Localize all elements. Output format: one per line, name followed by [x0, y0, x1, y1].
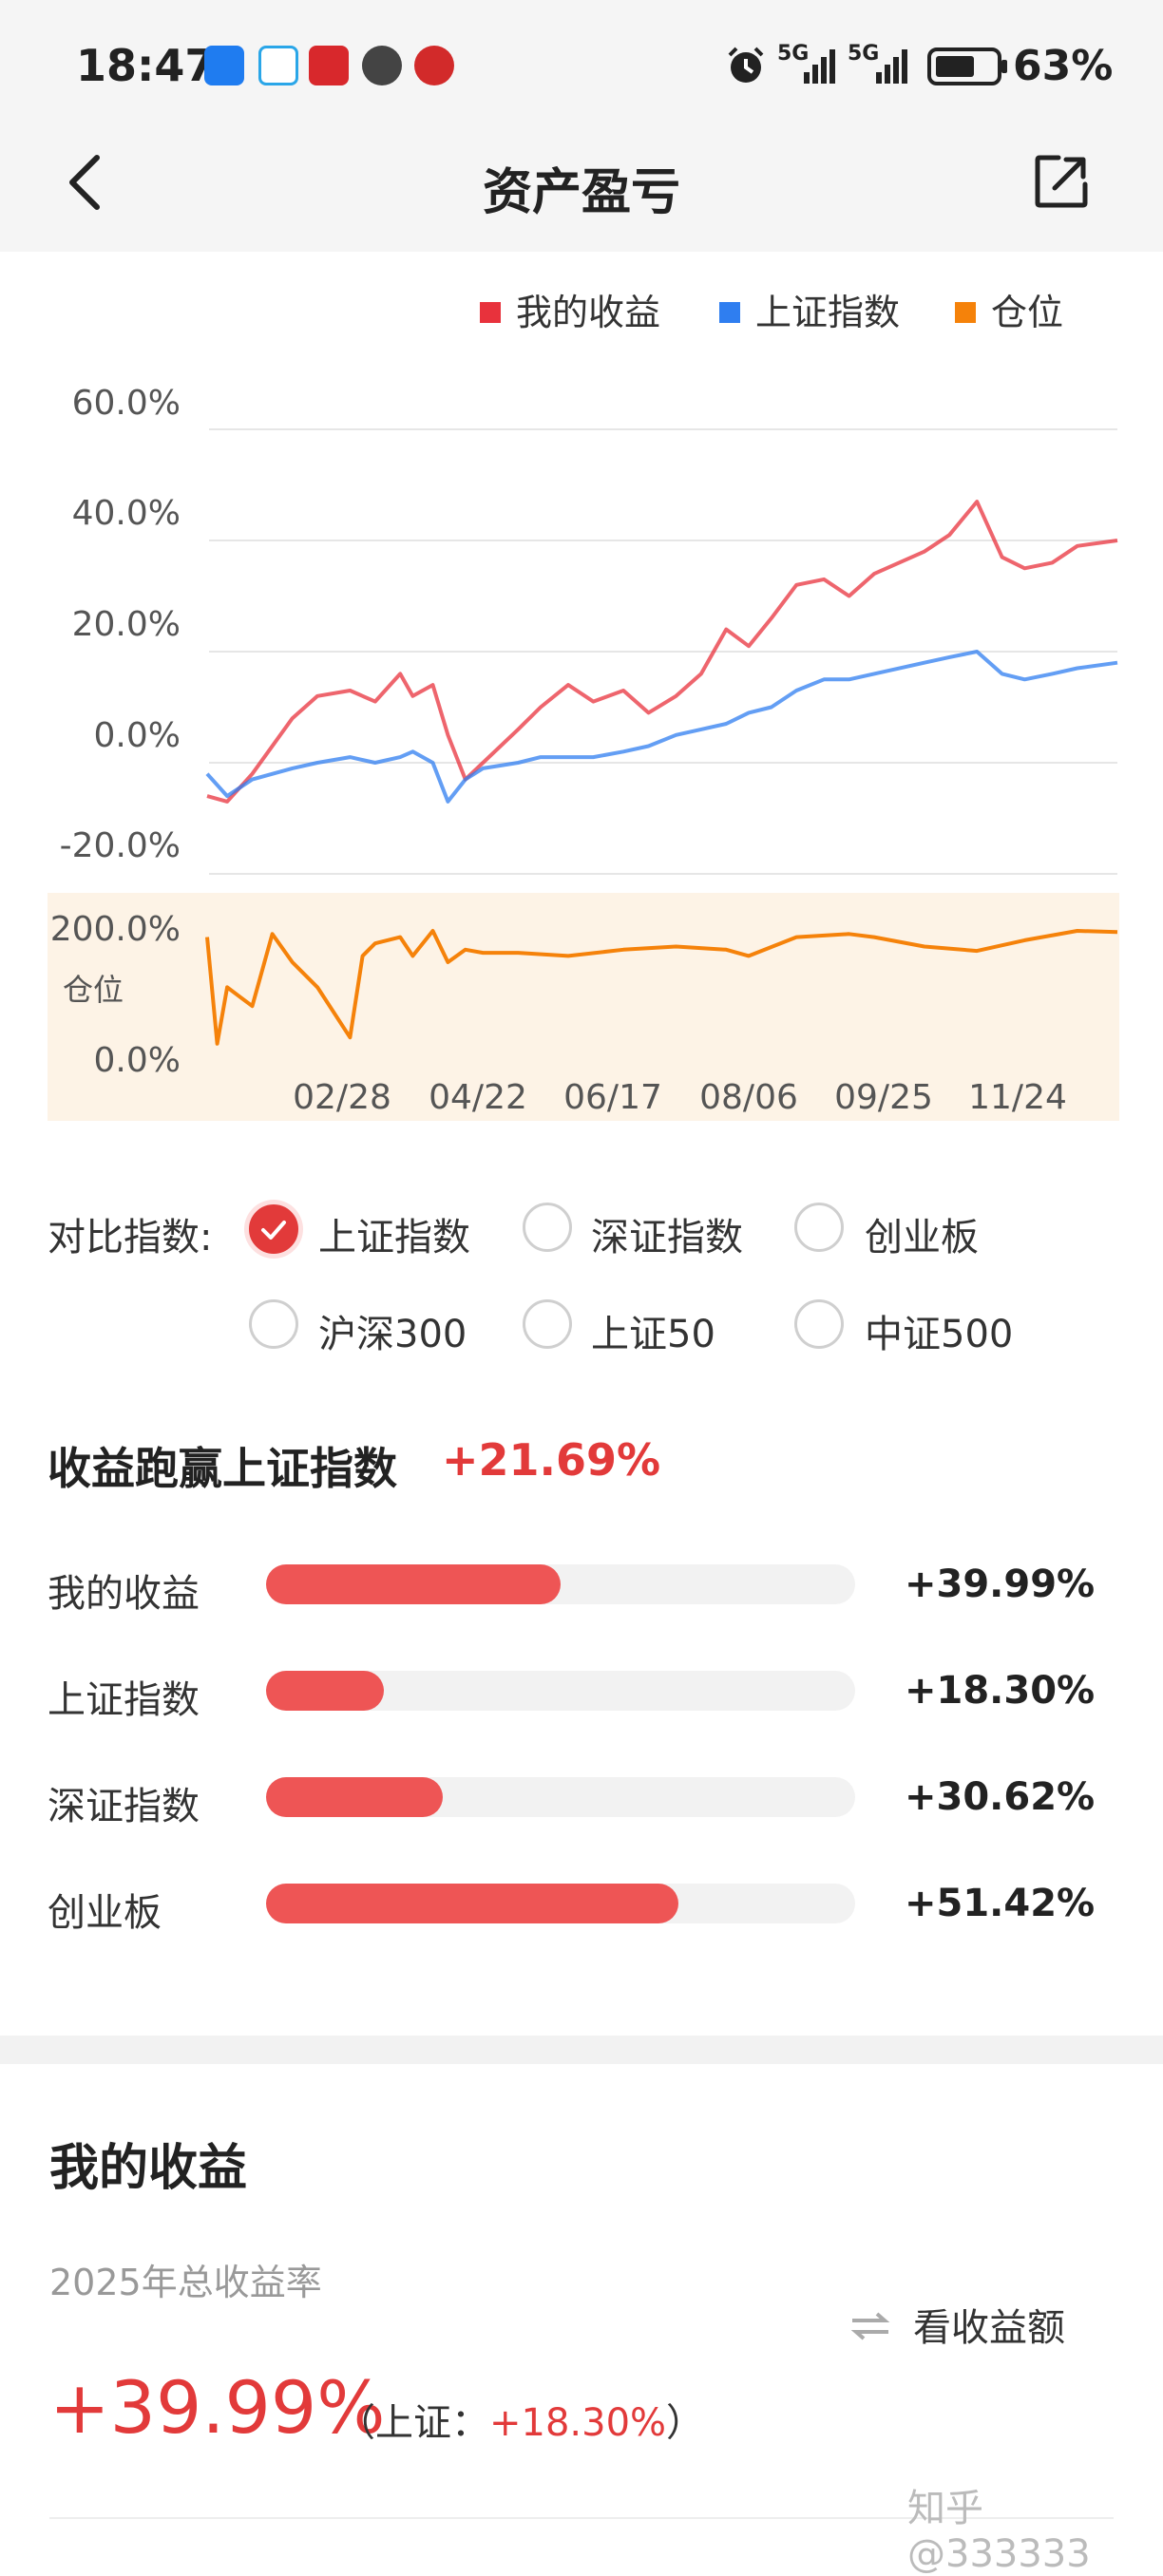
bar-fill	[266, 1777, 443, 1817]
page-title: 资产盈亏	[482, 164, 680, 221]
x-tick-label: 08/06	[699, 1078, 798, 1117]
bar-value: +30.62%	[905, 1775, 1096, 1819]
beat-title: 收益跑赢上证指数	[48, 1443, 397, 1494]
legend-swatch	[480, 301, 501, 323]
alipay-icon	[204, 46, 244, 85]
index-compare-note: （上证：+18.30%）	[337, 2392, 704, 2447]
bar-label: 创业板	[48, 1891, 162, 1935]
x-tick-label: 06/17	[563, 1078, 662, 1117]
legend-swatch	[719, 301, 740, 323]
bank-icon	[309, 46, 349, 85]
compare-option-label[interactable]: 深证指数	[591, 1206, 743, 1261]
compare-option-shanghai[interactable]	[249, 1204, 298, 1254]
section-divider	[0, 2036, 1163, 2064]
signal-1-icon	[804, 49, 835, 84]
share-button[interactable]	[1032, 152, 1091, 211]
watermark: 知乎 @333333	[907, 2487, 1091, 2576]
index-suffix: ）	[666, 2401, 705, 2445]
signal-2-icon	[876, 49, 907, 84]
bar-track	[266, 1777, 855, 1817]
legend-label: 仓位	[991, 292, 1064, 333]
share-external-icon	[1035, 155, 1088, 208]
alarm-icon	[728, 47, 764, 83]
swap-icon	[850, 2312, 890, 2340]
battery-percent: 63%	[1013, 42, 1114, 90]
compare-option-label[interactable]: 创业板	[865, 1206, 979, 1261]
bar-track	[266, 1671, 855, 1711]
radio-checked-icon[interactable]	[249, 1204, 298, 1254]
compare-option-label[interactable]: 中证500	[865, 1303, 1013, 1358]
legend-label: 上证指数	[755, 292, 901, 333]
compare-index-label: 对比指数:	[48, 1216, 213, 1260]
bar-value: +18.30%	[905, 1669, 1096, 1713]
series-line-position	[205, 929, 1118, 1046]
bar-track	[266, 1884, 855, 1923]
legend-label: 我的收益	[516, 292, 661, 333]
compare-option-label[interactable]: 沪深300	[318, 1303, 467, 1358]
bar-fill	[266, 1884, 678, 1923]
view-amount-label: 看收益额	[913, 2306, 1065, 2350]
cloud-icon	[258, 46, 298, 85]
radio-sz50[interactable]	[523, 1299, 572, 1349]
bar-track	[266, 1564, 855, 1604]
total-return-value: +39.99%	[49, 2365, 386, 2450]
index-value: +18.30%	[489, 2401, 667, 2445]
legend-swatch	[955, 301, 976, 323]
radio-chinext[interactable]	[794, 1203, 844, 1252]
bar-value: +39.99%	[905, 1563, 1096, 1606]
compare-option-label[interactable]: 上证指数	[318, 1206, 470, 1261]
view-amount-button[interactable]: 看收益额	[850, 2297, 1065, 2352]
bar-label: 我的收益	[48, 1572, 200, 1616]
beat-value: +21.69%	[442, 1434, 661, 1486]
radio-csi500[interactable]	[794, 1299, 844, 1349]
legend-item-shanghai[interactable]: 上证指数	[719, 283, 900, 335]
legend-item-position[interactable]: 仓位	[955, 283, 1063, 335]
bar-label: 上证指数	[48, 1678, 200, 1722]
bar-fill	[266, 1671, 384, 1711]
my-profit-subtitle: 2025年总收益率	[49, 2262, 322, 2303]
x-tick-label: 04/22	[429, 1078, 527, 1117]
profit-line-chart[interactable]	[0, 361, 1163, 893]
audio-icon	[362, 46, 402, 85]
bar-fill	[266, 1564, 561, 1604]
battery-icon	[927, 47, 1007, 85]
bar-value: +51.42%	[905, 1882, 1096, 1925]
merchants-bank-icon	[414, 46, 454, 85]
series-line-shanghai-index	[205, 650, 1118, 804]
my-profit-title: 我的收益	[49, 2140, 248, 2197]
radio-hs300[interactable]	[249, 1299, 298, 1349]
x-tick-label: 09/25	[834, 1078, 933, 1117]
bar-label: 深证指数	[48, 1785, 200, 1828]
legend-item-my-profit[interactable]: 我的收益	[480, 283, 660, 335]
index-prefix: （上证：	[337, 2401, 489, 2445]
radio-shenzhen[interactable]	[523, 1203, 572, 1252]
x-tick-label: 02/28	[293, 1078, 391, 1117]
compare-option-label[interactable]: 上证50	[591, 1303, 715, 1358]
x-tick-label: 11/24	[968, 1078, 1067, 1117]
status-time: 18:47	[76, 40, 216, 91]
